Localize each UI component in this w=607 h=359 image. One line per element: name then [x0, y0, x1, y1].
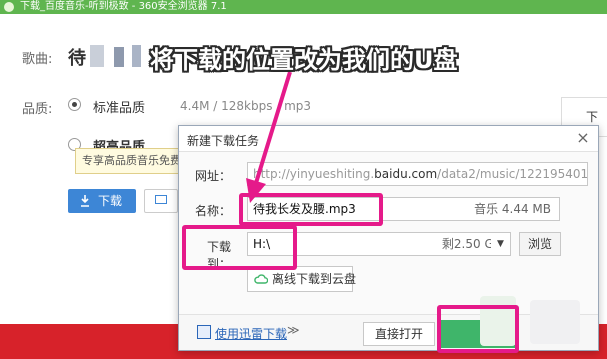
annotation-caption: 将下载的位置改为我们的U盘 [150, 46, 458, 74]
